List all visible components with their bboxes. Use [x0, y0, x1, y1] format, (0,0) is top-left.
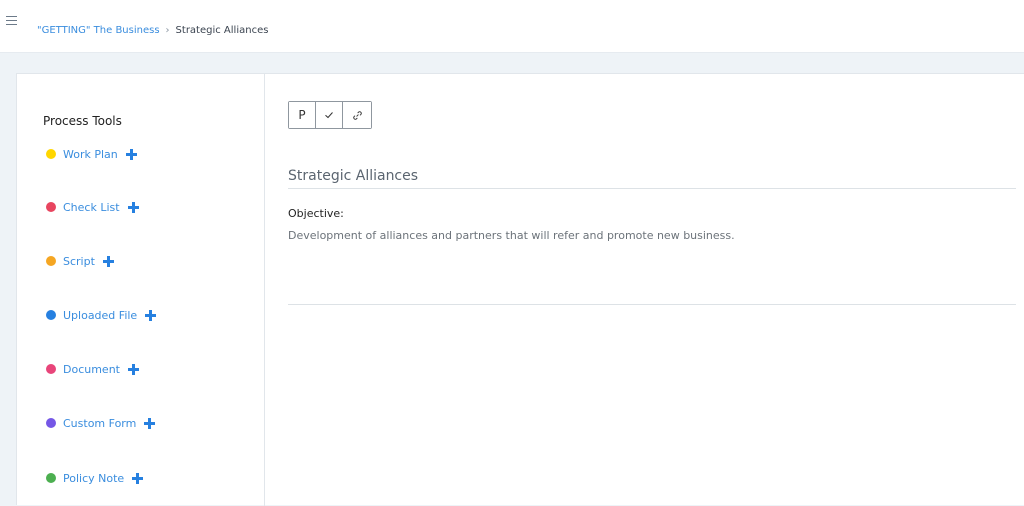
work-plan-dot — [46, 149, 56, 159]
content-divider — [288, 304, 1016, 305]
tool-item-document: Document — [46, 361, 139, 377]
uploaded-file-dot — [46, 310, 56, 320]
add-check-list-plus-icon[interactable] — [127, 201, 139, 213]
tool-item-custom-form: Custom Form — [46, 415, 156, 431]
tool-item-script: Script — [46, 253, 114, 269]
breadcrumb: "GETTING" The Business › Strategic Allia… — [37, 25, 268, 36]
content-area: P Strategic Alliances Objective: Develop… — [288, 74, 1024, 506]
link-icon — [352, 110, 362, 120]
breadcrumb-parent-link[interactable]: "GETTING" The Business — [37, 25, 160, 36]
tool-label-work-plan[interactable]: Work Plan — [63, 148, 118, 161]
document-dot — [46, 364, 56, 374]
tool-item-work-plan: Work Plan — [46, 146, 137, 162]
add-document-plus-icon[interactable] — [128, 363, 139, 375]
add-uploaded-file-plus-icon[interactable] — [145, 309, 157, 321]
tool-label-script[interactable]: Script — [63, 255, 95, 268]
tool-label-document[interactable]: Document — [63, 363, 120, 376]
objective-label: Objective: — [288, 207, 344, 220]
section-title: Strategic Alliances — [288, 168, 419, 184]
policy-note-dot — [46, 473, 56, 483]
add-script-plus-icon[interactable] — [102, 255, 114, 267]
breadcrumb-current: Strategic Alliances — [175, 25, 269, 36]
p-button[interactable]: P — [289, 102, 316, 128]
top-bar: "GETTING" The Business › Strategic Allia… — [0, 0, 1024, 53]
custom-form-dot — [46, 418, 56, 428]
check-list-dot — [46, 202, 56, 212]
tool-item-check-list: Check List — [46, 199, 139, 215]
tool-label-policy-note[interactable]: Policy Note — [63, 472, 124, 485]
check-button[interactable] — [316, 102, 343, 128]
tool-item-uploaded-file: Uploaded File — [46, 307, 157, 323]
link-button[interactable] — [343, 102, 371, 128]
title-divider — [288, 188, 1016, 189]
hamburger-icon[interactable] — [6, 16, 17, 25]
objective-text: Development of alliances and partners th… — [288, 229, 735, 242]
tool-label-custom-form[interactable]: Custom Form — [63, 417, 136, 430]
main-panel: Process Tools Work Plan Check List Scrip… — [16, 73, 1024, 506]
script-dot — [46, 256, 56, 266]
tool-item-policy-note: Policy Note — [46, 470, 144, 486]
sidebar-title: Process Tools — [43, 114, 122, 128]
add-work-plan-plus-icon[interactable] — [125, 148, 137, 160]
add-custom-form-plus-icon[interactable] — [144, 417, 156, 429]
tool-label-uploaded-file[interactable]: Uploaded File — [63, 309, 137, 322]
add-policy-note-plus-icon[interactable] — [132, 472, 144, 484]
chevron-right-icon: › — [165, 25, 170, 36]
check-icon — [325, 112, 333, 119]
tool-label-check-list[interactable]: Check List — [63, 201, 120, 214]
toolbar-button-group: P — [288, 101, 372, 129]
process-tools-sidebar: Process Tools Work Plan Check List Scrip… — [17, 74, 265, 506]
